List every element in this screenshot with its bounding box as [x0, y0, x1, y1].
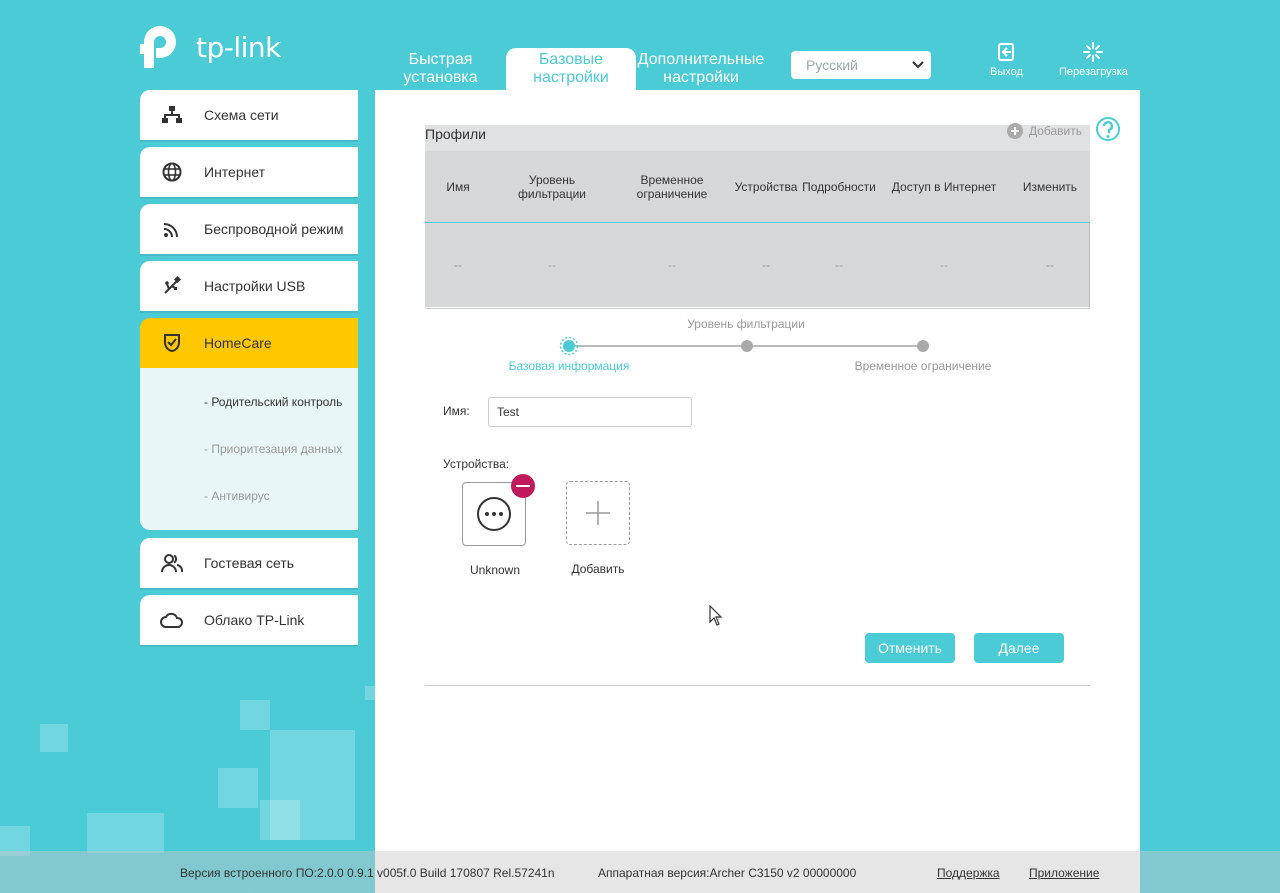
plus-circle-icon — [1006, 123, 1023, 139]
bg-decoration — [240, 700, 270, 730]
bg-decoration — [218, 768, 258, 808]
bg-decoration — [40, 724, 68, 752]
column-header: Доступ в Интернет — [891, 180, 997, 194]
column-header: Подробности — [802, 180, 876, 194]
bg-decoration — [260, 800, 300, 840]
sidebar-item-label: Схема сети — [204, 107, 279, 123]
add-profile-button[interactable]: Добавить — [1006, 123, 1082, 139]
add-device-label: Добавить — [571, 562, 625, 576]
remove-device-button[interactable] — [511, 474, 535, 498]
tp-link-logo-icon — [140, 26, 176, 68]
main-panel: Профили Добавить Имя Уровень фильтрации … — [375, 90, 1140, 893]
minus-icon — [516, 485, 530, 487]
reboot-icon — [1083, 42, 1104, 62]
sidebar-item-label: Беспроводной режим — [204, 221, 344, 237]
shield-icon — [140, 333, 204, 353]
plus-icon — [586, 501, 610, 525]
profiles-title: Профили — [425, 126, 486, 142]
logout-label: Выход — [990, 66, 1023, 78]
column-header: Временное ограничение — [636, 173, 708, 201]
cancel-button[interactable]: Отменить — [865, 633, 955, 663]
logout-button[interactable]: Выход — [990, 42, 1023, 78]
logo-text: tp-link — [196, 30, 281, 64]
step-label-time-limit: Временное ограничение — [854, 359, 992, 373]
top-tabs: Быстрая установка Базовые настройки Допо… — [375, 48, 766, 90]
help-button[interactable] — [1095, 116, 1121, 147]
globe-icon — [140, 162, 204, 182]
sidebar-item-label: Гостевая сеть — [204, 555, 295, 571]
logout-icon — [998, 43, 1015, 61]
submenu-qos[interactable]: - Приоритезация данных — [204, 442, 342, 456]
sidebar-item-label: Настройки USB — [204, 278, 306, 294]
table-row: -- -- -- -- -- -- -- — [425, 223, 1090, 307]
sidebar-item-label: HomeCare — [204, 335, 272, 351]
add-device-button[interactable] — [566, 481, 630, 545]
guest-users-icon — [140, 553, 204, 573]
language-selected: Русский — [806, 57, 858, 73]
bg-decoration — [365, 686, 375, 700]
app-link[interactable]: Приложение — [1029, 866, 1099, 880]
step-current-indicator — [559, 336, 579, 356]
divider — [425, 308, 1090, 309]
table-cell: -- — [940, 258, 948, 272]
table-cell: -- — [454, 258, 462, 272]
submenu-antivirus[interactable]: - Антивирус — [204, 489, 270, 503]
sidebar-item-cloud[interactable]: Облако TP-Link — [140, 595, 358, 645]
help-icon — [1096, 117, 1120, 141]
chevron-down-icon — [912, 61, 924, 69]
cloud-icon — [140, 612, 204, 628]
table-cell: -- — [835, 258, 843, 272]
wireless-icon — [140, 220, 204, 238]
hardware-version: Аппаратная версия:Archer C3150 v2 000000… — [598, 866, 857, 880]
column-header: Устройства — [734, 180, 798, 194]
bg-decoration — [87, 813, 164, 853]
usb-icon — [140, 276, 204, 296]
profiles-table: Профили Добавить Имя Уровень фильтрации … — [425, 123, 1090, 307]
support-link[interactable]: Поддержка — [937, 866, 1000, 880]
next-button[interactable]: Далее — [974, 633, 1064, 663]
step-label-filter-level: Уровень фильтрации — [687, 317, 805, 331]
submenu-parental-control[interactable]: - Родительский контроль — [204, 395, 342, 409]
devices-label: Устройства: — [443, 457, 510, 471]
tab-advanced[interactable]: Дополнительные настройки — [636, 48, 766, 90]
firmware-version: Версия встроенного ПО:2.0.0 0.9.1 v005f.… — [180, 866, 555, 880]
tp-link-logo: tp-link — [140, 22, 281, 72]
device-label: Unknown — [469, 563, 521, 577]
reboot-button[interactable]: Перезагрузка — [1059, 42, 1128, 78]
more-dots-icon — [477, 497, 511, 531]
language-select[interactable]: Русский — [791, 51, 931, 79]
sidebar-item-wireless[interactable]: Беспроводной режим — [140, 204, 358, 254]
table-cell: -- — [548, 258, 556, 272]
sidebar-item-label: Интернет — [204, 164, 266, 180]
add-profile-label: Добавить — [1028, 124, 1082, 138]
column-header: Имя — [446, 180, 470, 194]
table-cell: -- — [762, 258, 770, 272]
step-dot — [917, 340, 929, 352]
sidebar-item-homecare[interactable]: HomeCare — [140, 318, 358, 368]
divider — [425, 685, 1090, 686]
step-label-basic-info: Базовая информация — [508, 359, 630, 373]
table-header: Имя Уровень фильтрации Временное огранич… — [425, 151, 1090, 223]
tab-basic[interactable]: Базовые настройки — [506, 48, 636, 90]
name-label: Имя: — [443, 404, 470, 418]
network-map-icon — [140, 105, 204, 125]
column-header: Изменить — [1022, 180, 1078, 194]
step-dot — [741, 340, 753, 352]
column-header: Уровень фильтрации — [517, 173, 586, 201]
sidebar-item-internet[interactable]: Интернет — [140, 147, 358, 197]
sidebar-item-usb[interactable]: Настройки USB — [140, 261, 358, 311]
sidebar-item-guest-network[interactable]: Гостевая сеть — [140, 538, 358, 588]
tab-quick-setup[interactable]: Быстрая установка — [375, 48, 506, 90]
table-cell: -- — [1046, 258, 1054, 272]
mouse-cursor-icon — [709, 605, 723, 626]
name-input[interactable] — [488, 397, 692, 427]
sidebar-item-network-map[interactable]: Схема сети — [140, 90, 358, 140]
homecare-submenu: - Родительский контроль - Приоритезация … — [140, 368, 358, 530]
footer: Версия встроенного ПО:2.0.0 0.9.1 v005f.… — [0, 851, 1280, 893]
sidebar-item-label: Облако TP-Link — [204, 612, 305, 628]
table-cell: -- — [668, 258, 676, 272]
reboot-label: Перезагрузка — [1059, 66, 1128, 78]
